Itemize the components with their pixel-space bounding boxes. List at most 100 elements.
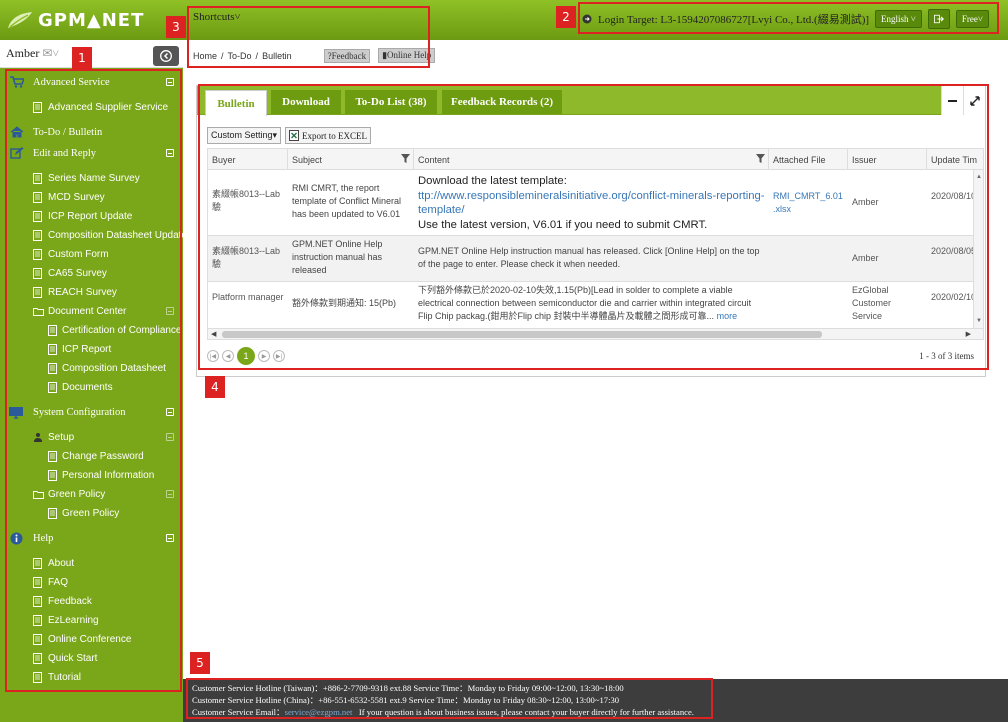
- attached-file-link[interactable]: RMI_CMRT_6.01 .xlsx: [769, 190, 848, 216]
- first-page-button[interactable]: |◀: [207, 350, 219, 362]
- export-excel-button[interactable]: Export to EXCEL: [285, 127, 372, 144]
- sidebar-label: FAQ: [48, 576, 69, 588]
- tab-todo-list[interactable]: To-Do List (38): [345, 90, 437, 114]
- sidebar-item-advanced-supplier-service[interactable]: Advanced Supplier Service: [0, 98, 183, 116]
- content-link[interactable]: ttp://www.responsiblemineralsinitiative.…: [418, 189, 765, 218]
- sidebar-item-ezlearning[interactable]: EzLearning: [0, 611, 183, 629]
- filter-icon[interactable]: [756, 154, 765, 163]
- sidebar-item-system-configuration[interactable]: System Configuration: [0, 403, 183, 421]
- col-header-content[interactable]: Content: [414, 149, 769, 170]
- custom-setting-dropdown[interactable]: Custom Setting▾: [207, 127, 282, 144]
- horizontal-scrollbar[interactable]: ◀ ▶: [208, 328, 983, 339]
- sidebar-item-help[interactable]: Help: [0, 529, 183, 547]
- sidebar-item-reach-survey[interactable]: REACH Survey: [0, 283, 183, 301]
- sidebar-item-certification-of-compliance[interactable]: Certification of Compliance: [0, 321, 183, 339]
- gpm-logo[interactable]: GPM▲NET: [6, 8, 144, 32]
- plan-select[interactable]: Free˅: [955, 10, 989, 28]
- col-header-subject[interactable]: Subject: [288, 149, 414, 170]
- sidebar-item-faq[interactable]: FAQ: [0, 573, 183, 591]
- export-label: Export to EXCEL: [302, 130, 368, 141]
- document-icon: [48, 469, 57, 481]
- sidebar-item-ca65-survey[interactable]: CA65 Survey: [0, 264, 183, 282]
- sidebar-item-series-name-survey[interactable]: Series Name Survey: [0, 169, 183, 187]
- language-select[interactable]: English ˅: [875, 10, 922, 28]
- vertical-scrollbar[interactable]: ▲ ▼: [973, 170, 983, 328]
- more-link[interactable]: more: [717, 311, 738, 321]
- current-page[interactable]: 1: [237, 347, 255, 365]
- sidebar-item-advanced-service[interactable]: Advanced Service: [0, 73, 183, 91]
- col-header-update-time[interactable]: Update Tim: [927, 149, 983, 170]
- sidebar-item-documents[interactable]: Documents: [0, 378, 183, 396]
- breadcrumb-section[interactable]: To-Do: [228, 51, 252, 61]
- sidebar-item-change-password[interactable]: Change Password: [0, 447, 183, 465]
- sidebar-item-todo-bulletin[interactable]: To-Do / Bulletin: [0, 123, 183, 141]
- maximize-button[interactable]: [963, 86, 985, 115]
- last-page-button[interactable]: ▶|: [273, 350, 285, 362]
- sidebar-item-tutorial[interactable]: Tutorial: [0, 668, 183, 686]
- collapse-icon[interactable]: [166, 408, 174, 416]
- scroll-right-icon[interactable]: ▶: [966, 330, 971, 338]
- online-help-button[interactable]: ▮Online Help: [378, 48, 436, 63]
- sidebar-item-personal-information[interactable]: Personal Information: [0, 466, 183, 484]
- col-header-attached[interactable]: Attached File: [769, 149, 848, 170]
- scroll-left-icon[interactable]: ◀: [211, 330, 216, 338]
- scroll-up-icon[interactable]: ▲: [976, 174, 982, 180]
- sidebar-item-icp-report-update[interactable]: ICP Report Update: [0, 207, 183, 225]
- collapse-icon[interactable]: [166, 307, 174, 315]
- logout-button[interactable]: [927, 9, 950, 29]
- sidebar-label: Document Center: [48, 305, 127, 317]
- document-icon: [48, 450, 57, 462]
- table-row[interactable]: Platform manager 豁外條款到期通知: 15(Pb) 下列豁外條款…: [208, 282, 983, 328]
- collapse-icon[interactable]: [166, 149, 174, 157]
- sidebar-label: MCD Survey: [48, 191, 105, 203]
- sidebar-item-about[interactable]: About: [0, 554, 183, 572]
- minimize-button[interactable]: [941, 86, 963, 115]
- collapse-icon[interactable]: [166, 433, 174, 441]
- edit-icon: [10, 147, 24, 159]
- sidebar-item-feedback[interactable]: Feedback: [0, 592, 183, 610]
- next-page-button[interactable]: ▶: [258, 350, 270, 362]
- sidebar-item-green-policy[interactable]: Green Policy: [0, 504, 183, 522]
- sidebar-item-composition-datasheet-update[interactable]: Composition Datasheet Update: [0, 226, 187, 244]
- sidebar-label: About: [48, 557, 75, 569]
- feedback-button[interactable]: ?Feedback: [323, 48, 371, 63]
- breadcrumb-home[interactable]: Home: [193, 51, 217, 61]
- callout-label-1: 1: [72, 47, 92, 69]
- sidebar-item-setup[interactable]: Setup: [0, 428, 183, 446]
- user-menu[interactable]: Amber ✉˅: [6, 46, 59, 61]
- collapse-sidebar-button[interactable]: [153, 46, 179, 66]
- prev-page-button[interactable]: ◀: [222, 350, 234, 362]
- col-header-label: Subject: [292, 155, 323, 165]
- tab-download[interactable]: Download: [271, 90, 341, 114]
- filter-icon[interactable]: [401, 154, 410, 163]
- col-header-issuer[interactable]: Issuer: [848, 149, 927, 170]
- table-row[interactable]: 素綴帳8013--Lab 驗 RMI CMRT, the report temp…: [208, 170, 983, 236]
- scroll-thumb[interactable]: [222, 331, 822, 338]
- expand-icon: [969, 95, 980, 106]
- sidebar-item-quick-start[interactable]: Quick Start: [0, 649, 183, 667]
- sidebar: Amber ✉˅ Advanced Service Advanced Suppl…: [0, 40, 187, 722]
- collapse-icon[interactable]: [166, 490, 174, 498]
- sidebar-item-edit-and-reply[interactable]: Edit and Reply: [0, 144, 183, 162]
- cell-buyer: Platform manager: [212, 292, 284, 302]
- arrow-left-circle-icon: [160, 50, 172, 62]
- sidebar-label: Setup: [48, 431, 75, 443]
- col-header-buyer[interactable]: Buyer: [208, 149, 288, 170]
- sidebar-item-document-center[interactable]: Document Center: [0, 302, 183, 320]
- scroll-down-icon[interactable]: ▼: [976, 318, 982, 324]
- sidebar-item-custom-form[interactable]: Custom Form: [0, 245, 183, 263]
- sidebar-item-online-conference[interactable]: Online Conference: [0, 630, 183, 648]
- tab-feedback-records[interactable]: Feedback Records (2): [442, 90, 562, 114]
- tab-bulletin[interactable]: Bulletin: [205, 90, 267, 116]
- sidebar-item-mcd-survey[interactable]: MCD Survey: [0, 188, 183, 206]
- shortcuts-menu[interactable]: Shortcuts˅: [193, 11, 241, 23]
- table-row[interactable]: 素綴帳8013--Lab 驗 GPM.NET Online Help instr…: [208, 236, 983, 282]
- footer-email-link[interactable]: service@ezgpm.net: [285, 707, 353, 717]
- sidebar-item-icp-report[interactable]: ICP Report: [0, 340, 183, 358]
- cell-content: GPM.NET Online Help instruction manual h…: [418, 246, 760, 269]
- sidebar-item-composition-datasheet[interactable]: Composition Datasheet: [0, 359, 183, 377]
- collapse-icon[interactable]: [166, 78, 174, 86]
- collapse-icon[interactable]: [166, 534, 174, 542]
- sidebar-item-green-policy-group[interactable]: Green Policy: [0, 485, 183, 503]
- sidebar-label: EzLearning: [48, 614, 99, 626]
